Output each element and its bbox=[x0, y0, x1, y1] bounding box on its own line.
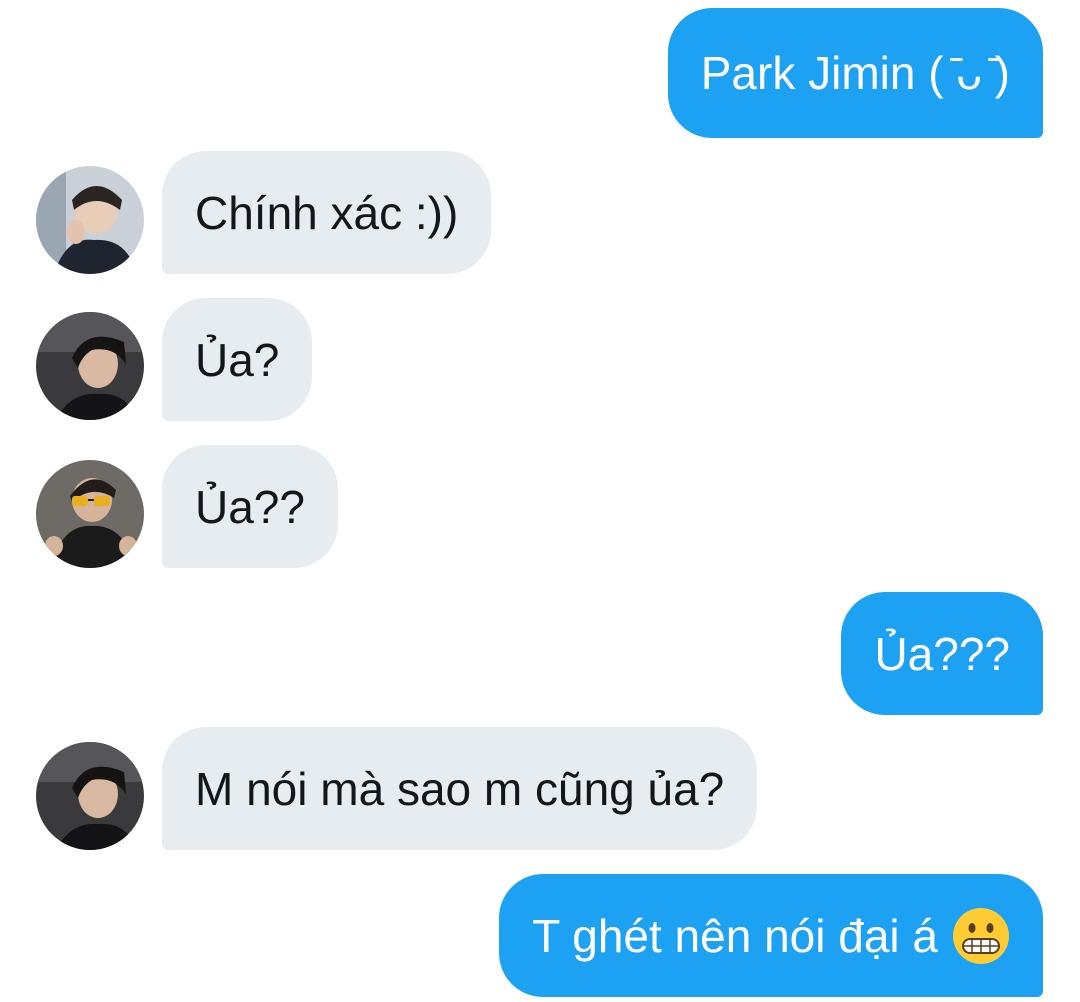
avatar[interactable] bbox=[36, 460, 144, 568]
message-text: Park Jimin ( ̄ᴗ ̄) bbox=[700, 47, 1010, 99]
avatar[interactable] bbox=[36, 166, 144, 274]
message-bubble-incoming[interactable]: Chính xác :)) bbox=[162, 151, 492, 274]
avatar[interactable] bbox=[36, 742, 144, 850]
message-bubble-incoming[interactable]: Ủa? bbox=[162, 298, 313, 421]
message-text: M nói mà sao m cũng ủa? bbox=[195, 762, 725, 815]
message-bubble-outgoing[interactable]: Ủa??? bbox=[841, 592, 1043, 715]
message-text: Chính xác :)) bbox=[195, 186, 459, 239]
message-text: Ủa? bbox=[195, 333, 280, 386]
message-bubble-outgoing[interactable]: T ghét nên nói đại á bbox=[499, 874, 1043, 997]
avatar[interactable] bbox=[36, 312, 144, 420]
message-text: Ủa??? bbox=[874, 627, 1010, 680]
message-text: T ghét nên nói đại á bbox=[532, 909, 938, 962]
message-bubble-outgoing[interactable]: Park Jimin ( ̄ᴗ ̄) bbox=[667, 8, 1043, 138]
message-bubble-incoming[interactable]: M nói mà sao m cũng ủa? bbox=[162, 727, 758, 850]
grimacing-face-icon bbox=[952, 907, 1010, 965]
message-bubble-incoming[interactable]: Ủa?? bbox=[162, 445, 338, 568]
message-text: Ủa?? bbox=[195, 480, 305, 533]
